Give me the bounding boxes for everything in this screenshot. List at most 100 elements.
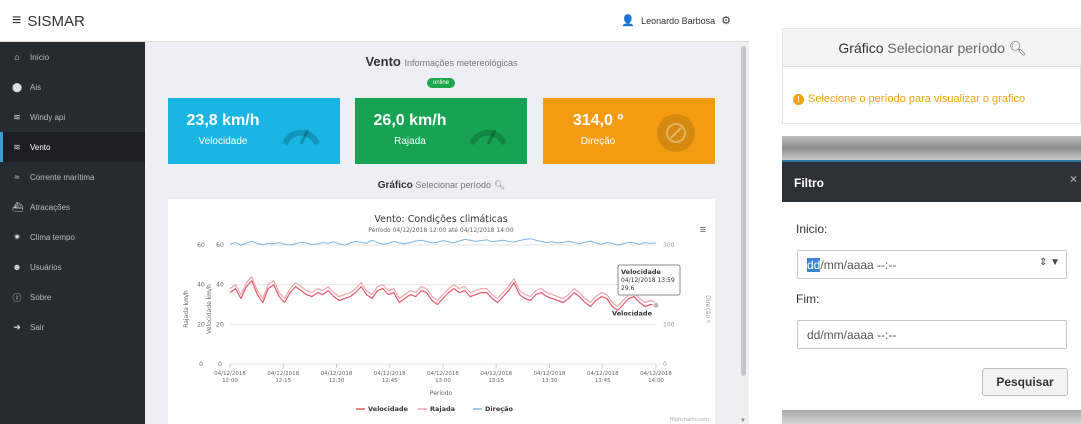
sidebar-item-label: Windy api (30, 112, 66, 122)
x-tick-time: 13:30 (542, 378, 558, 384)
direcao-value: 314,0 º (572, 112, 624, 129)
chart-title: Vento: Condições climáticas (374, 214, 507, 225)
wind-icon: ≋ (13, 141, 21, 152)
brand-title: SISMAR (27, 12, 85, 30)
legend-item[interactable]: Direção (485, 405, 513, 413)
top-navbar: ≡ SISMAR 👤 Leonardo Barbosa ⚙ (0, 0, 749, 42)
home-icon: ⌂ (14, 52, 20, 62)
filter-modal: Filtro × Inicio: dd/mm/aaaa --:-- ⇕ ▼ Fi… (782, 160, 1081, 410)
y-tick-outer: 20 (197, 321, 205, 328)
search-icon[interactable]: 🔍︎ (494, 180, 505, 190)
sidebar-item-label: Vento (30, 142, 51, 152)
x-tick-date: 04/12/2018 (587, 371, 619, 377)
y-tick-inner: 40 (216, 282, 224, 289)
sidebar-item-label: Atracações (30, 202, 71, 212)
user-icon: 👤 (621, 15, 636, 27)
sidebar-item-label: Sobre (30, 292, 52, 302)
gauge-icon (469, 129, 507, 146)
y-tick-right: 0 (663, 361, 667, 368)
fim-datetime-input[interactable]: dd/mm/aaaa --:-- (797, 320, 1067, 349)
x-tick-date: 04/12/2018 (534, 371, 566, 377)
sidebar-item-corrente-mar-tima[interactable]: ≈ Corrente marítima (0, 162, 145, 192)
close-icon[interactable]: × (1070, 172, 1077, 186)
x-tick-date: 04/12/2018 (480, 371, 512, 377)
legend-item[interactable]: Rajada (430, 405, 455, 413)
x-tick-date: 04/12/2018 (640, 371, 672, 377)
inicio-datetime-input[interactable]: dd/mm/aaaa --:-- ⇕ ▼ (797, 250, 1067, 279)
sidebar-item-usu-rios[interactable]: ☻ Usuários (0, 252, 145, 282)
gauge-icon (282, 129, 320, 146)
modal-header: Filtro × (782, 162, 1081, 202)
user-menu[interactable]: 👤 Leonardo Barbosa ⚙ (621, 14, 731, 27)
sidebar-item-label: Início (30, 52, 50, 62)
x-tick-time: 14:00 (648, 378, 664, 384)
search-icon[interactable]: 🔍︎ (1009, 40, 1027, 56)
vertical-scrollbar[interactable]: ▼ (738, 42, 749, 424)
wind-icon: ≋ (13, 111, 21, 122)
x-tick-time: 12:30 (329, 378, 345, 384)
rajada-value: 26,0 km/h (373, 112, 447, 129)
blurred-region (782, 136, 1081, 160)
velocidade-value: 23,8 km/h (186, 112, 260, 129)
direcao-card: 314,0 º Direção (543, 98, 715, 164)
x-tick-time: 12:15 (275, 378, 291, 384)
status-badge: online (427, 78, 456, 88)
legend-item[interactable]: Velocidade (368, 405, 409, 413)
sidebar-item-label: Ais (30, 82, 42, 92)
spinner-dropdown-icon[interactable]: ⇕ ▼ (1039, 257, 1060, 268)
y-tick-inner: 20 (216, 321, 224, 328)
sidebar-item-atraca-es[interactable]: ⛴ Atracações (0, 192, 145, 222)
chart-menu-icon[interactable]: ≡ (700, 224, 706, 236)
velocidade-label: Velocidade (198, 136, 248, 147)
logout-icon: ➜ (13, 321, 21, 332)
select-period-link[interactable]: Selecionar período (887, 40, 1005, 56)
gear-icon[interactable]: ⚙ (721, 14, 731, 27)
pesquisar-button[interactable]: Pesquisar (982, 368, 1068, 396)
chart-canvas: Vento: Condições climáticas Período 04/12… (183, 214, 711, 423)
tooltip-time: 04/12/2018 13:59 (621, 277, 675, 284)
page-title-text: Vento (365, 54, 401, 69)
tooltip-series: Velocidade (621, 268, 662, 276)
sidebar-item-label: Corrente marítima (30, 172, 95, 182)
ship-icon: ⛴ (12, 201, 24, 212)
sidebar-item-in-cio[interactable]: ⌂ Início (0, 42, 145, 72)
sidebar-item-label: Usuários (30, 262, 62, 272)
menu-hamburger-icon[interactable]: ≡ (12, 12, 21, 30)
hover-point-marker (652, 301, 660, 309)
sidebar-item-ais[interactable]: ⬤ Ais (0, 72, 145, 102)
select-period-link[interactable]: Selecionar período (416, 180, 492, 190)
map-marker-icon: ⬤ (12, 81, 23, 92)
modal-title: Filtro (794, 176, 824, 190)
waves-icon: ≈ (14, 172, 20, 182)
sidebar-item-vento[interactable]: ≋ Vento (0, 132, 145, 162)
y-tick-right: 300 (663, 242, 675, 249)
y-tick-inner: 60 (216, 242, 224, 249)
right-panel: Gráfico Selecionar período 🔍︎ ! Selecion… (749, 0, 1081, 424)
grafico-panel-header: Gráfico Selecionar período 🔍︎ (783, 29, 1081, 67)
chart-credits: Highcharts.com (670, 417, 709, 423)
fim-label: Fim: (796, 292, 820, 306)
user-name: Leonardo Barbosa (641, 15, 716, 26)
x-tick-date: 04/12/2018 (321, 371, 353, 377)
sun-icon: ✷ (13, 231, 21, 242)
x-tick-time: 13:00 (435, 378, 451, 384)
y-axis-label-right: Direção º (704, 295, 711, 323)
page-title: Vento Informações metereológicas (145, 54, 738, 69)
y-tick-inner: 0 (218, 361, 222, 368)
series-line-direo (229, 238, 657, 246)
rajada-card: 26,0 km/h Rajada (355, 98, 527, 164)
scroll-down-icon[interactable]: ▼ (740, 418, 746, 424)
y-axis-label-inner: Velocidade km/h (206, 284, 213, 334)
series-end-label: Velocidade (612, 309, 653, 317)
sidebar-item-clima-tempo[interactable]: ✷ Clima tempo (0, 222, 145, 252)
compass-icon (657, 114, 695, 152)
inicio-day-segment[interactable]: dd (807, 258, 821, 272)
rajada-label: Rajada (394, 136, 426, 147)
sidebar: ⌂ Início ⬤ Ais ≋ Windy api ≋ Vento ≈ Corrente mar… (0, 42, 145, 424)
info-message: ! Selecione o período para visualizar o … (793, 93, 1025, 105)
brand[interactable]: ≡ SISMAR (12, 12, 85, 30)
sidebar-item-sair[interactable]: ➜ Sair (0, 312, 145, 342)
sidebar-item-windy-api[interactable]: ≋ Windy api (0, 102, 145, 132)
sidebar-item-sobre[interactable]: ⓘ Sobre (0, 282, 145, 312)
scrollbar-thumb[interactable] (741, 46, 746, 376)
